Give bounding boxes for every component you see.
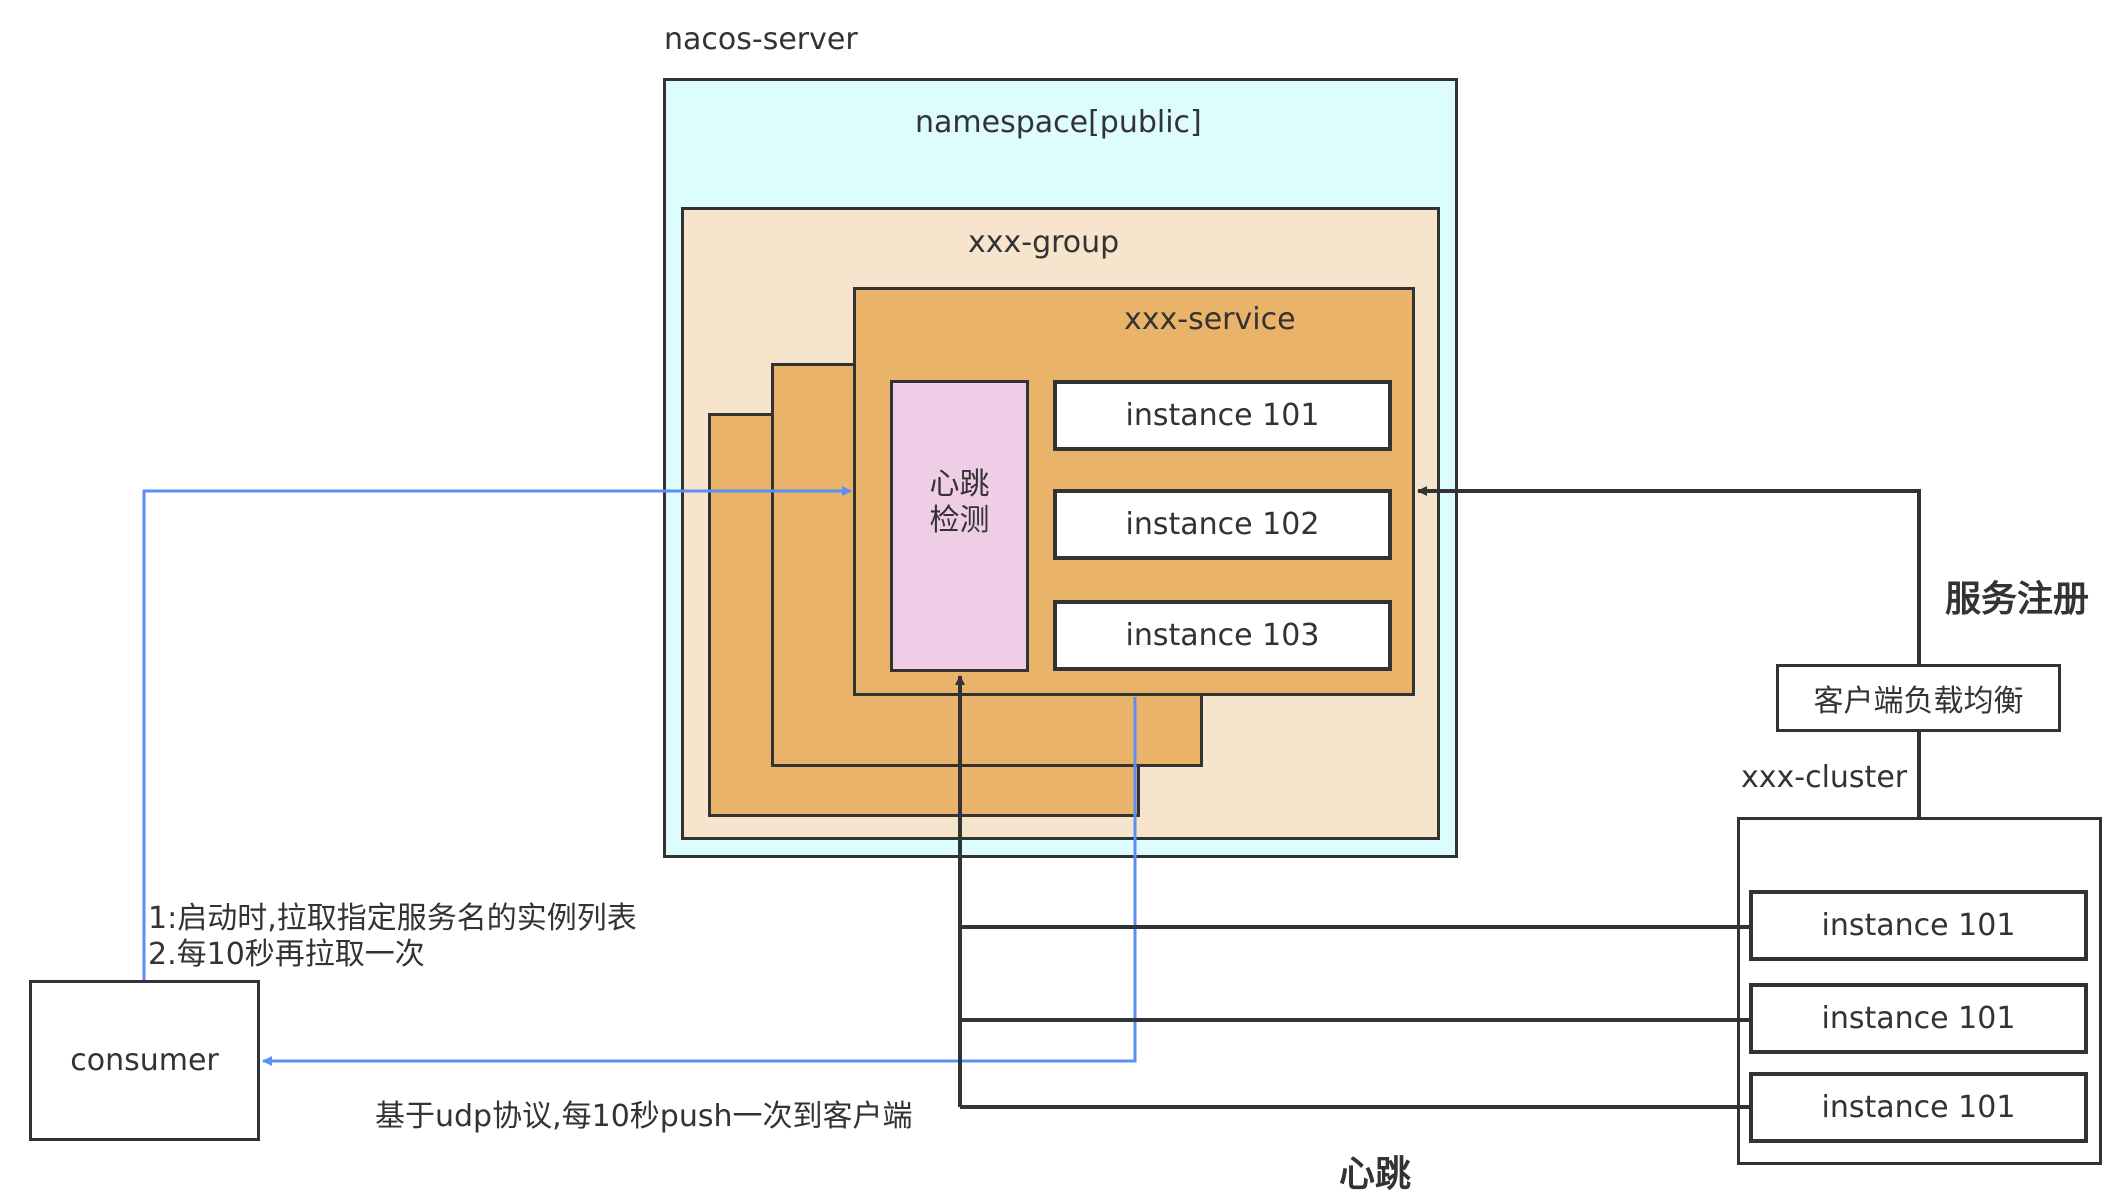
register-arrow	[1417, 486, 1921, 664]
push-annotation: 基于udp协议,每10秒push一次到客户端	[375, 1099, 913, 1134]
push-arrow	[262, 697, 1137, 1066]
pull-annotation-line2: 2.每10秒再拉取一次	[148, 937, 425, 972]
heartbeat-annotation: 心跳	[1339, 1154, 1412, 1195]
register-annotation: 服务注册	[1945, 579, 2090, 620]
connector-lines	[142, 486, 1921, 1109]
